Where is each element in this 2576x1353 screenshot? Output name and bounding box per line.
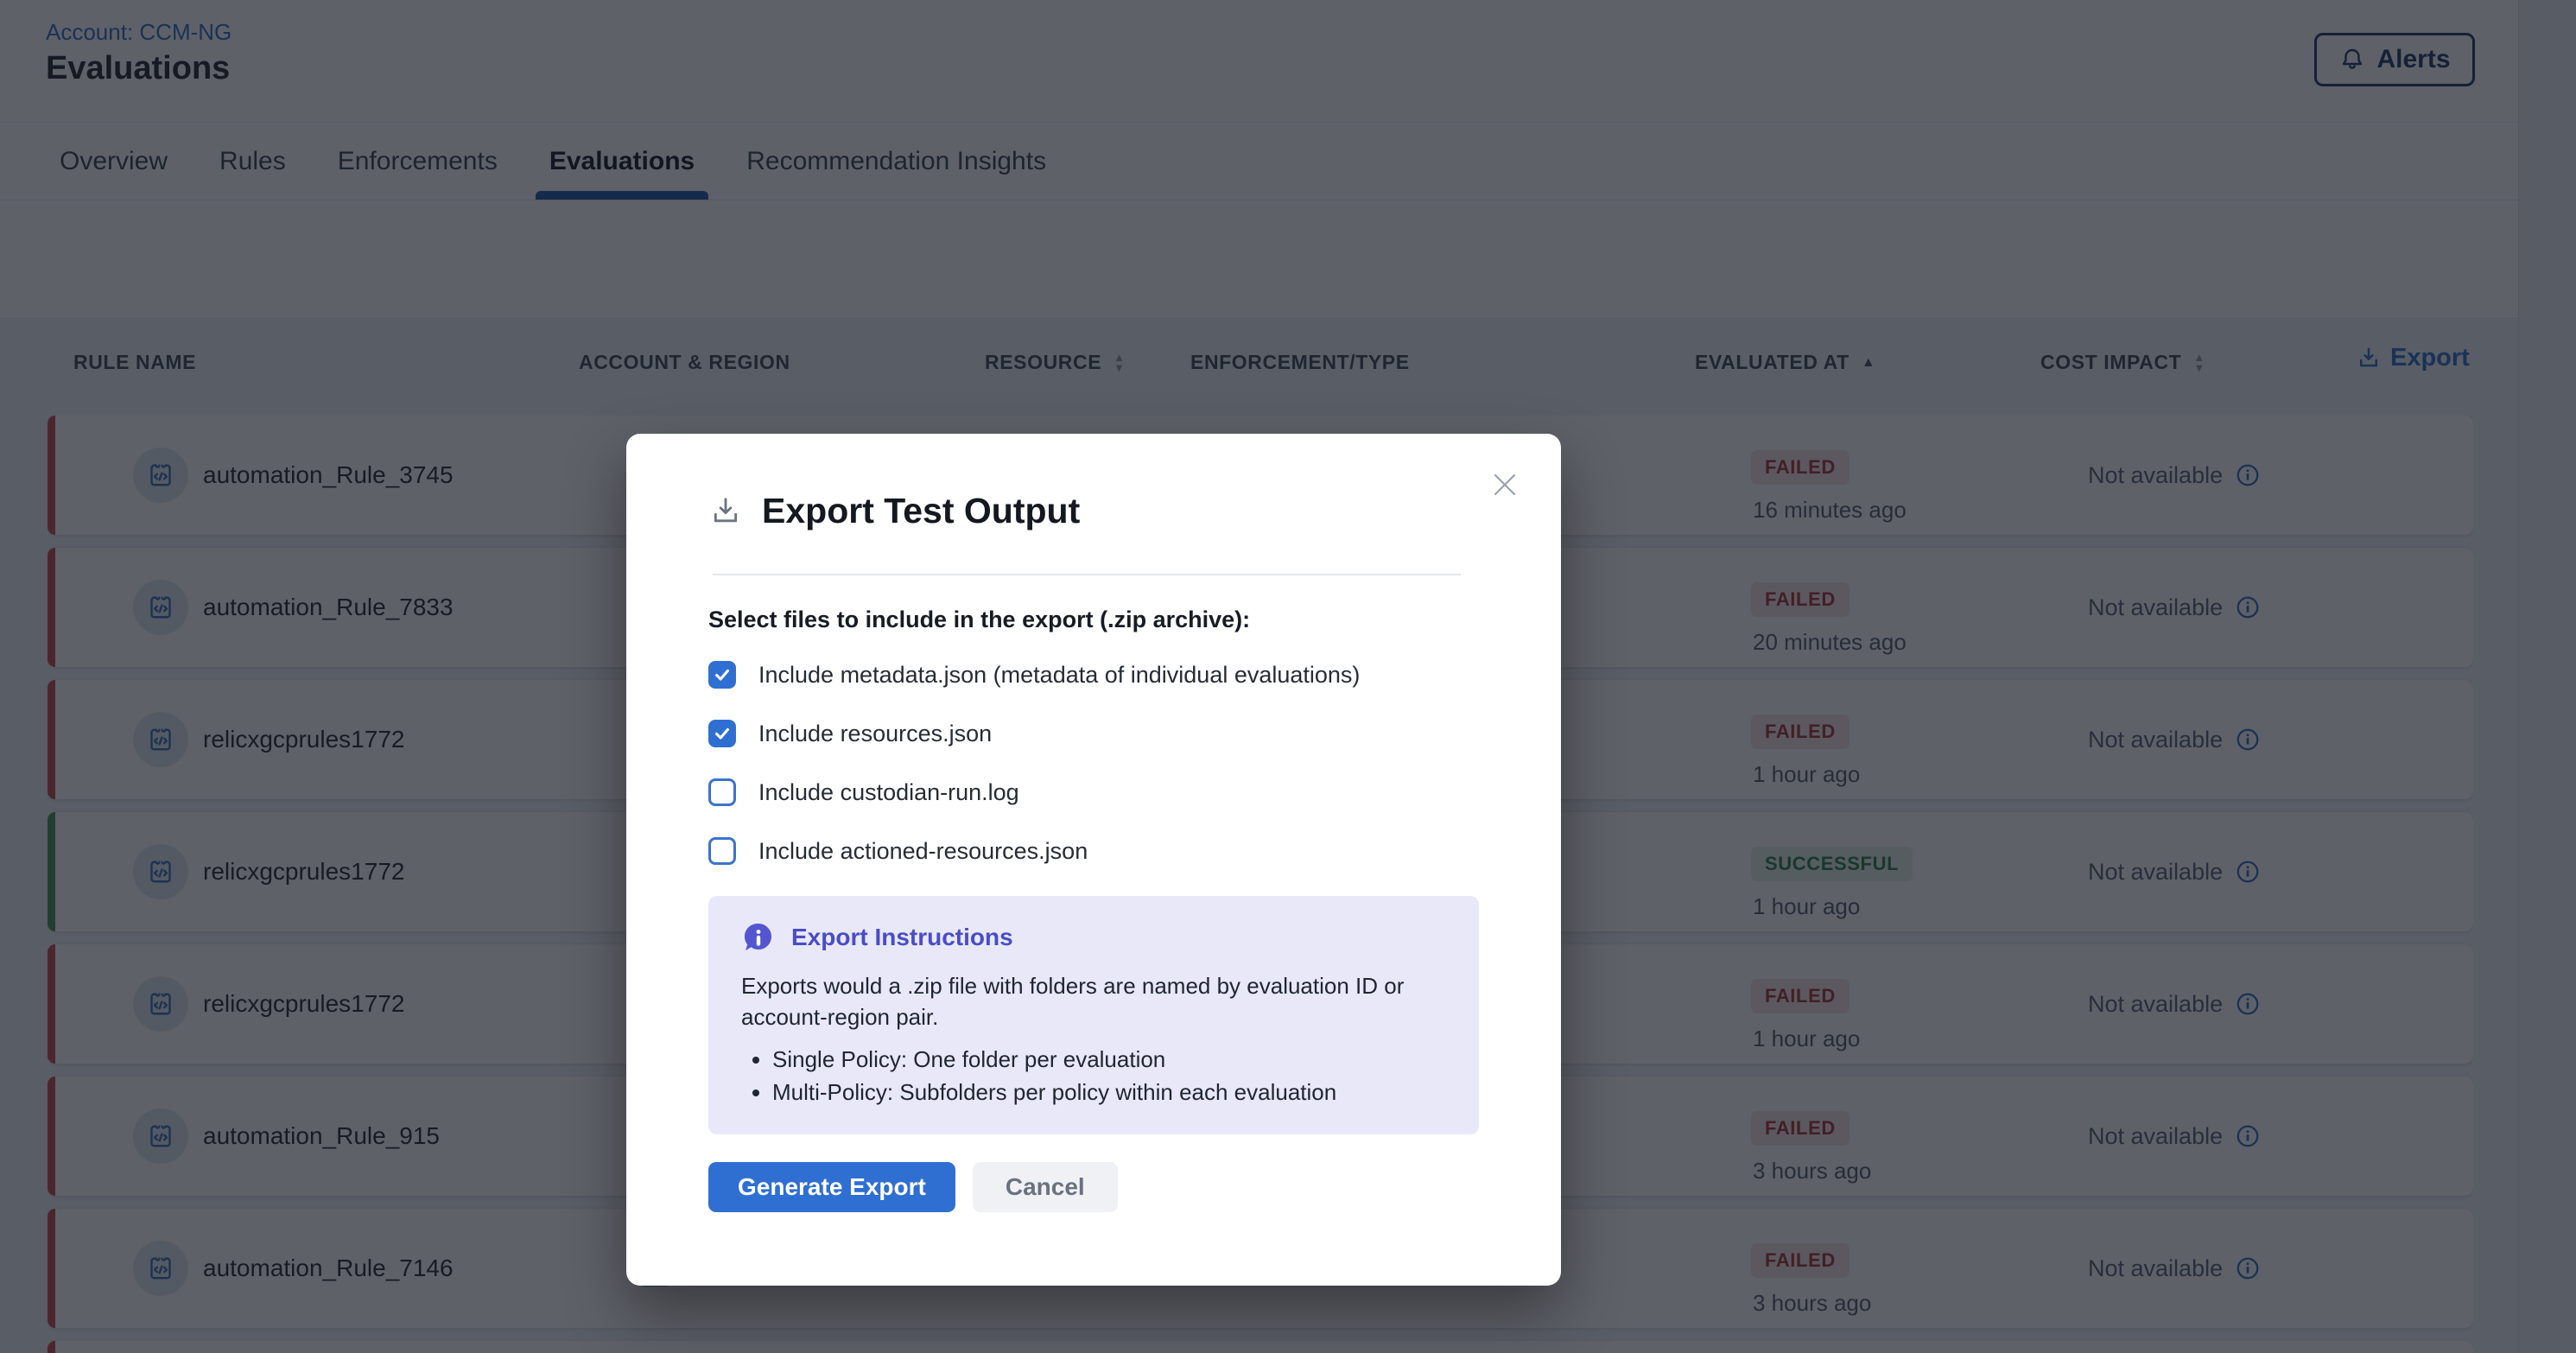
export-instructions-title: Export Instructions — [791, 924, 1013, 951]
checkbox-label: Include actioned-resources.json — [758, 838, 1088, 865]
checkbox-label: Include resources.json — [758, 721, 992, 747]
modal-close-button[interactable] — [1485, 465, 1525, 505]
export-instructions-text: Exports would a .zip file with folders a… — [741, 970, 1471, 1032]
export-file-checkbox-row[interactable]: Include custodian-run.log — [708, 778, 1479, 806]
checkbox[interactable] — [708, 661, 736, 689]
modal-actions: Generate Export Cancel — [708, 1162, 1479, 1212]
export-instructions-bullets: Single Policy: One folder per evaluation… — [772, 1043, 1462, 1108]
export-file-checkbox-list: Include metadata.json (metadata of indiv… — [708, 661, 1479, 865]
export-instructions-bullet: Multi-Policy: Subfolders per policy with… — [772, 1076, 1462, 1108]
select-files-label: Select files to include in the export (.… — [708, 607, 1479, 633]
export-file-checkbox-row[interactable]: Include actioned-resources.json — [708, 837, 1479, 865]
checkbox[interactable] — [708, 837, 736, 865]
info-bubble-icon — [741, 920, 776, 955]
generate-export-button[interactable]: Generate Export — [708, 1162, 955, 1212]
modal-title-row: Export Test Output — [708, 491, 1080, 531]
export-file-checkbox-row[interactable]: Include metadata.json (metadata of indiv… — [708, 661, 1479, 689]
export-modal: Export Test Output Select files to inclu… — [626, 434, 1561, 1286]
cancel-button[interactable]: Cancel — [973, 1162, 1118, 1212]
checkbox-label: Include custodian-run.log — [758, 779, 1019, 806]
close-icon — [1488, 467, 1522, 502]
checkbox[interactable] — [708, 720, 736, 747]
checkbox[interactable] — [708, 778, 736, 806]
modal-title: Export Test Output — [762, 491, 1080, 531]
export-instructions-bullet: Single Policy: One folder per evaluation — [772, 1043, 1462, 1076]
modal-divider — [713, 574, 1461, 575]
export-instructions-box: Export Instructions Exports would a .zip… — [708, 896, 1479, 1134]
export-file-checkbox-row[interactable]: Include resources.json — [708, 720, 1479, 747]
checkbox-label: Include metadata.json (metadata of indiv… — [758, 662, 1360, 689]
modal-body: Select files to include in the export (.… — [708, 607, 1479, 1212]
download-icon — [708, 494, 743, 529]
